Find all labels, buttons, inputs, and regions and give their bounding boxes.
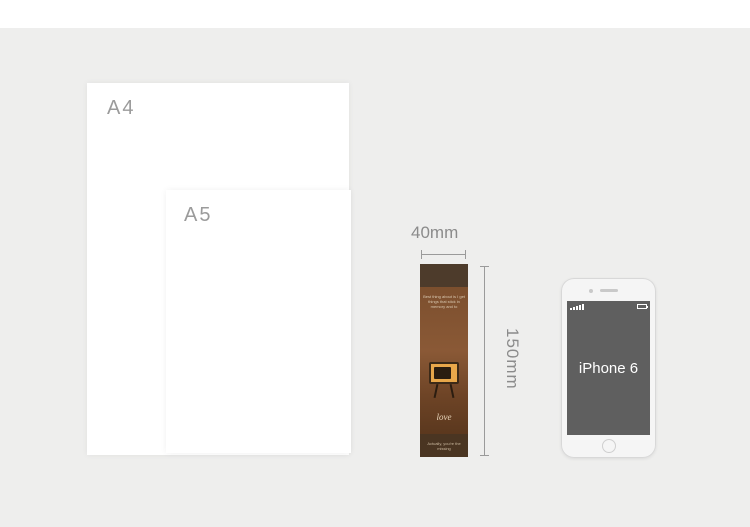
a5-label: A5 <box>184 204 212 227</box>
phone-screen: iPhone 6 <box>567 301 650 435</box>
bookmark-width-label: 40mm <box>411 223 458 243</box>
bookmark-card: Best thing about is I get things that st… <box>420 264 468 457</box>
top-white-strip <box>0 0 750 28</box>
phone-camera-icon <box>589 289 593 293</box>
battery-icon <box>637 304 647 309</box>
bookmark-bottom-text: Actually, you're the missing <box>420 441 468 451</box>
tv-icon <box>429 362 459 400</box>
home-button-icon <box>602 439 616 453</box>
bookmark-script-word: love <box>420 412 468 422</box>
bookmark-top-text: Best thing about is I get things that st… <box>423 294 465 309</box>
a5-paper: A5 <box>166 190 351 453</box>
a4-label: A4 <box>107 97 135 120</box>
phone-model-label: iPhone 6 <box>579 360 638 377</box>
comparison-canvas: A4 A5 40mm Best thing about is I get thi… <box>0 28 750 527</box>
signal-icon <box>570 304 584 310</box>
iphone-mockup: iPhone 6 <box>561 278 656 458</box>
bookmark-height-label: 150mm <box>502 328 522 390</box>
phone-status-bar <box>570 303 647 310</box>
phone-speaker-icon <box>600 289 618 292</box>
height-dimension-bracket <box>480 266 490 456</box>
width-dimension-bracket <box>421 250 466 260</box>
